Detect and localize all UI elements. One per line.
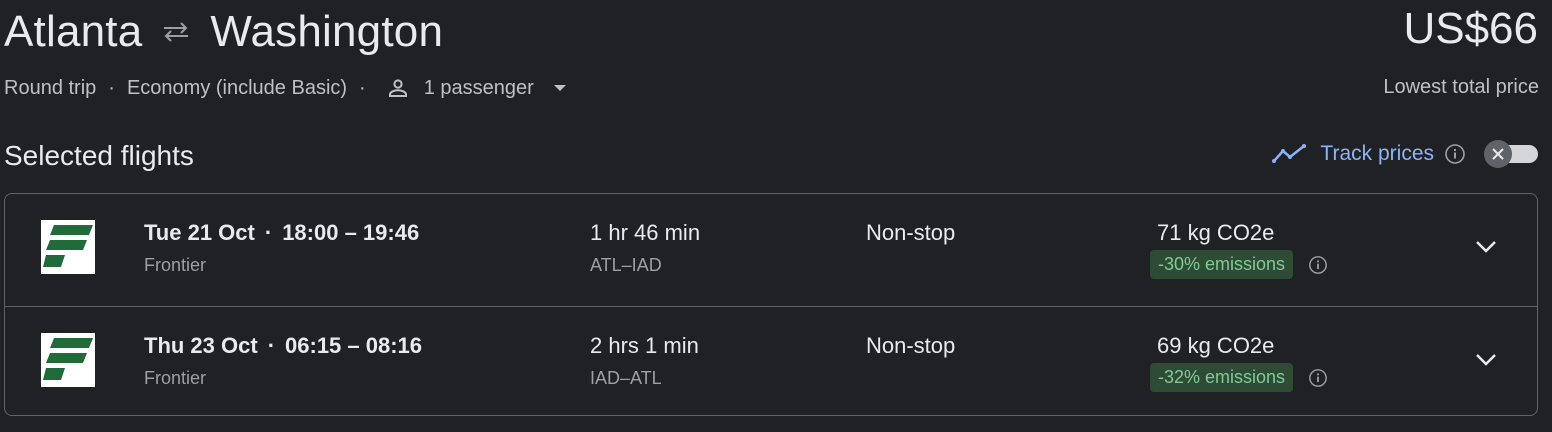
chevron-down-icon[interactable] [1473,347,1499,373]
co2-amount: 71 kg CO2e [1157,220,1275,245]
flight-duration: 1 hr 46 min [590,220,701,245]
trip-type: Round trip [4,76,97,99]
toggle-knob[interactable] [1484,140,1512,168]
info-icon[interactable] [1308,368,1328,388]
departure-arrival: 18:00 – 19:46 [282,220,420,245]
track-prices-label[interactable]: Track prices [1320,142,1434,166]
separator-dot: · [108,76,115,99]
airport-route: IAD–ATL [590,368,662,388]
total-price: US$66 [1403,4,1538,53]
flight-times: Thu 23 Oct · 06:15 – 08:16 [144,333,422,359]
stops-info: Non-stop [866,333,956,358]
flight-date: Tue 21 Oct [144,220,255,245]
emissions-badge: -32% emissions [1150,363,1294,392]
separator-dot: · [267,333,276,358]
trending-line-icon [1272,143,1307,165]
flight-times: Tue 21 Oct · 18:00 – 19:46 [144,220,419,246]
close-icon [1492,148,1504,160]
separator-dot: · [359,76,366,99]
section-title: Selected flights [4,140,194,171]
co2-amount: 69 kg CO2e [1157,333,1275,358]
passenger-count[interactable]: 1 passenger [424,77,534,100]
info-icon[interactable] [1444,143,1466,165]
origin-city: Atlanta [4,7,143,56]
flight-row[interactable]: Thu 23 Oct · 06:15 – 08:16 Frontier 2 hrs … [5,306,1537,418]
flight-date: Thu 23 Oct [144,333,258,358]
frontier-logo-icon [41,333,95,387]
person-icon [386,76,410,100]
swap-arrows-icon [160,20,192,44]
selected-flights-card: Tue 21 Oct · 18:00 – 19:46 Frontier 1 hr 4… [4,193,1538,416]
separator-dot: · [264,220,273,245]
chevron-down-icon[interactable] [1473,234,1499,260]
stops-info: Non-stop [866,220,956,245]
frontier-logo-icon [41,220,95,274]
airline-name: Frontier [144,255,207,275]
trip-summary: Round trip · Economy (include Basic) · 1… [4,74,568,102]
track-prices-toggle[interactable] [1484,140,1540,168]
flight-row[interactable]: Tue 21 Oct · 18:00 – 19:46 Frontier 1 hr 4… [5,194,1537,305]
departure-arrival: 06:15 – 08:16 [285,333,423,358]
cabin-class: Economy (include Basic) [126,76,348,99]
track-prices[interactable]: Track prices [1272,142,1466,166]
price-caption: Lowest total price [1383,76,1539,98]
chevron-down-icon[interactable] [552,80,568,96]
info-icon[interactable] [1308,255,1328,275]
airline-name: Frontier [144,368,207,388]
airport-route: ATL–IAD [590,255,662,275]
flight-duration: 2 hrs 1 min [590,333,699,358]
emissions-badge: -30% emissions [1150,250,1294,279]
destination-city: Washington [210,7,444,56]
route-title: Atlanta Washington [4,2,443,62]
